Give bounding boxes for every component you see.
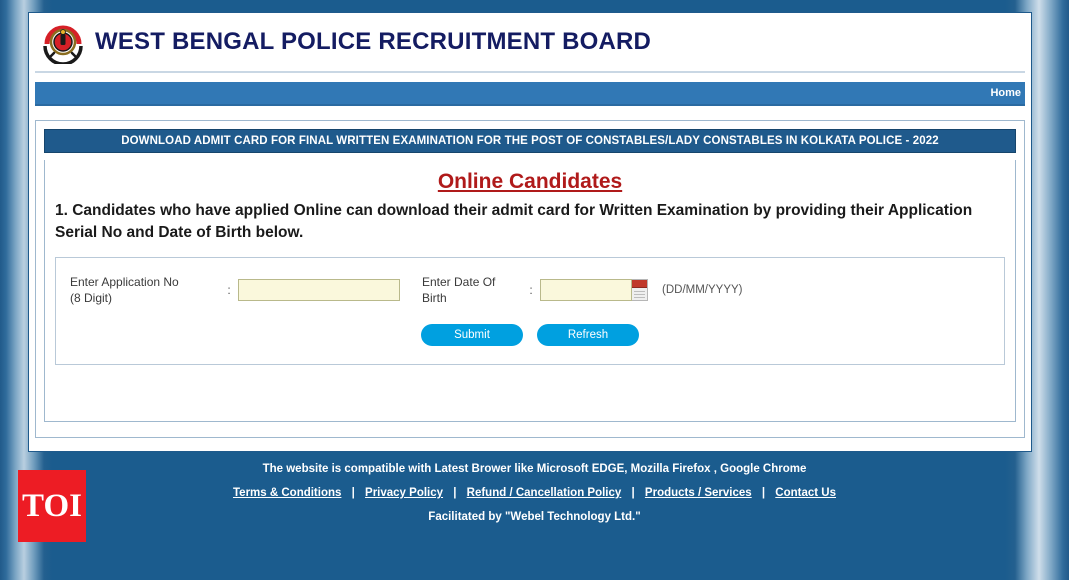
footer-separator: | — [351, 487, 355, 499]
footer-separator: | — [453, 487, 457, 499]
refresh-button[interactable]: Refresh — [537, 324, 639, 347]
footer-link-contact[interactable]: Contact Us — [775, 487, 836, 499]
dob-field-group — [540, 279, 648, 302]
application-no-colon: : — [227, 283, 231, 298]
application-no-label: Enter Application No (8 Digit) — [70, 274, 220, 306]
toi-watermark-logo: TOI — [18, 470, 86, 542]
application-no-input[interactable] — [238, 279, 400, 302]
form-fields-row: Enter Application No (8 Digit) : Enter D… — [70, 274, 990, 306]
panel-title-banner: DOWNLOAD ADMIT CARD FOR FINAL WRITTEN EX… — [44, 129, 1016, 153]
form-button-row: Submit Refresh — [70, 324, 990, 347]
brand-header: WEST BENGAL POLICE RECRUITMENT BOARD — [35, 13, 1025, 73]
footer-facilitated-text: Facilitated by "Webel Technology Ltd." — [428, 511, 641, 523]
application-no-label-line1: Enter Application No — [70, 274, 179, 289]
page-footer: The website is compatible with Latest Br… — [0, 455, 1069, 580]
footer-links: Terms & Conditions | Privacy Policy | Re… — [0, 487, 1069, 499]
content-card: WEST BENGAL POLICE RECRUITMENT BOARD Hom… — [28, 12, 1032, 452]
admit-card-form: Enter Application No (8 Digit) : Enter D… — [55, 256, 1005, 366]
toi-watermark-label: TOI — [22, 487, 82, 524]
footer-separator: | — [761, 487, 766, 499]
footer-link-terms[interactable]: Terms & Conditions — [233, 487, 341, 499]
main-panel: DOWNLOAD ADMIT CARD FOR FINAL WRITTEN EX… — [35, 120, 1025, 438]
nav-link-home[interactable]: Home — [990, 87, 1025, 99]
navigation-bar: Home — [35, 82, 1025, 106]
wbprb-emblem-icon — [41, 20, 85, 66]
submit-button[interactable]: Submit — [421, 324, 523, 347]
instructions-text: 1. Candidates who have applied Online ca… — [55, 202, 973, 242]
page-title: WEST BENGAL POLICE RECRUITMENT BOARD — [95, 28, 652, 55]
dob-format-hint: (DD/MM/YYYY) — [662, 284, 743, 297]
footer-link-privacy[interactable]: Privacy Policy — [365, 487, 443, 499]
section-heading: Online Candidates — [437, 170, 623, 193]
dob-colon: : — [529, 283, 533, 298]
dob-input[interactable] — [540, 279, 632, 302]
calendar-icon[interactable] — [632, 279, 648, 302]
footer-compatibility-text: The website is compatible with Latest Br… — [262, 463, 807, 475]
panel-body: Online Candidates 1. Candidates who have… — [44, 160, 1016, 422]
footer-link-products[interactable]: Products / Services — [645, 487, 752, 499]
application-no-label-line2: (8 Digit) — [70, 291, 113, 306]
dob-label: Enter Date Of Birth — [422, 274, 496, 306]
footer-separator: | — [631, 487, 635, 499]
footer-link-refund[interactable]: Refund / Cancellation Policy — [467, 487, 622, 499]
